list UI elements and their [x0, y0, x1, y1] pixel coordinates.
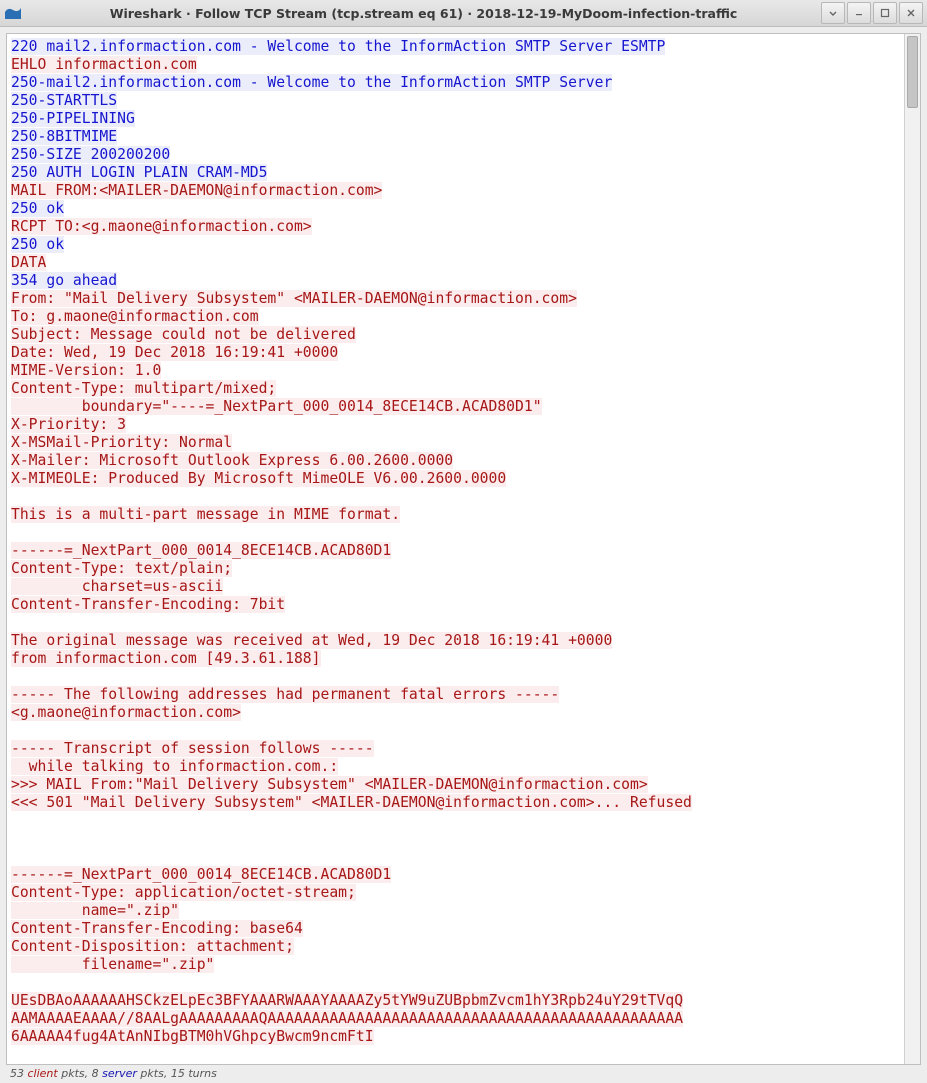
client-line[interactable]: name=".zip"	[11, 902, 179, 919]
vertical-scrollbar[interactable]	[904, 34, 920, 1064]
client-line[interactable]: X-Mailer: Microsoft Outlook Express 6.00…	[11, 452, 453, 469]
client-line[interactable]: <<< 501 "Mail Delivery Subsystem" <MAILE…	[11, 794, 692, 811]
client-line[interactable]: MAIL FROM:<MAILER-DAEMON@informaction.co…	[11, 182, 382, 199]
client-line[interactable]: ----- Transcript of session follows ----…	[11, 740, 374, 757]
client-line[interactable]: The original message was received at Wed…	[11, 632, 612, 649]
status-server-pkts: 8	[92, 1067, 99, 1080]
close-button[interactable]	[899, 2, 923, 24]
client-line[interactable]: RCPT TO:<g.maone@informaction.com>	[11, 218, 312, 235]
client-line[interactable]: Content-Transfer-Encoding: base64	[11, 920, 303, 937]
client-line[interactable]: This is a multi-part message in MIME for…	[11, 506, 400, 523]
scroll-thumb[interactable]	[907, 36, 918, 108]
client-line[interactable]: DATA	[11, 254, 46, 271]
client-line[interactable]: >>> MAIL From:"Mail Delivery Subsystem" …	[11, 776, 648, 793]
client-line[interactable]: <g.maone@informaction.com>	[11, 704, 241, 721]
client-line[interactable]: X-Priority: 3	[11, 416, 126, 433]
window-title: Wireshark · Follow TCP Stream (tcp.strea…	[28, 6, 819, 21]
server-line[interactable]: 250-SIZE 200200200	[11, 146, 170, 163]
status-server-label: server	[102, 1067, 137, 1080]
client-line[interactable]: Content-Disposition: attachment;	[11, 938, 294, 955]
status-bar: 53 client pkts, 8 server pkts, 15 turns	[6, 1065, 921, 1083]
app-window: Wireshark · Follow TCP Stream (tcp.strea…	[0, 0, 927, 1083]
client-line[interactable]: EHLO informaction.com	[11, 56, 197, 73]
server-line[interactable]: 250-8BITMIME	[11, 128, 117, 145]
minimize-button[interactable]	[821, 2, 845, 24]
client-line[interactable]: AAMAAAAEAAAA//8AALgAAAAAAAAAQAAAAAAAAAAA…	[11, 1010, 683, 1027]
client-line[interactable]: while talking to informaction.com.:	[11, 758, 338, 775]
client-area: 220 mail2.informaction.com - Welcome to …	[0, 27, 927, 1083]
client-line[interactable]: Subject: Message could not be delivered	[11, 326, 356, 343]
client-line[interactable]: Content-Type: multipart/mixed;	[11, 380, 276, 397]
server-line[interactable]: 250-PIPELINING	[11, 110, 135, 127]
maximize-button[interactable]	[873, 2, 897, 24]
status-client-pkts: 53	[10, 1067, 24, 1080]
client-line[interactable]: From: "Mail Delivery Subsystem" <MAILER-…	[11, 290, 577, 307]
server-line[interactable]: 250 AUTH LOGIN PLAIN CRAM-MD5	[11, 164, 267, 181]
client-line[interactable]: Content-Transfer-Encoding: 7bit	[11, 596, 285, 613]
client-line[interactable]: Date: Wed, 19 Dec 2018 16:19:41 +0000	[11, 344, 338, 361]
server-line[interactable]: 250 ok	[11, 200, 64, 217]
client-line[interactable]: from informaction.com [49.3.61.188]	[11, 650, 321, 667]
client-line[interactable]: ------=_NextPart_000_0014_8ECE14CB.ACAD8…	[11, 542, 391, 559]
client-line[interactable]: MIME-Version: 1.0	[11, 362, 161, 379]
client-line[interactable]: 6AAAAA4fug4AtAnNIbgBTM0hVGhpcyBwcm9ncmFt…	[11, 1028, 374, 1045]
client-line[interactable]: X-MIMEOLE: Produced By Microsoft MimeOLE…	[11, 470, 506, 487]
server-line[interactable]: 220 mail2.informaction.com - Welcome to …	[11, 38, 665, 55]
status-turns: 15 turns	[171, 1067, 217, 1080]
server-line[interactable]: 250-STARTTLS	[11, 92, 117, 109]
status-client-label: client	[28, 1067, 58, 1080]
server-line[interactable]: 250 ok	[11, 236, 64, 253]
server-line[interactable]: 354 go ahead	[11, 272, 117, 289]
client-line[interactable]: ------=_NextPart_000_0014_8ECE14CB.ACAD8…	[11, 866, 391, 883]
client-line[interactable]: charset=us-ascii	[11, 578, 223, 595]
client-line[interactable]: filename=".zip"	[11, 956, 214, 973]
client-line[interactable]: To: g.maone@informaction.com	[11, 308, 259, 325]
wireshark-icon	[4, 4, 22, 22]
server-line[interactable]: 250-mail2.informaction.com - Welcome to …	[11, 74, 612, 91]
client-line[interactable]: Content-Type: application/octet-stream;	[11, 884, 356, 901]
window-controls	[819, 2, 923, 24]
client-line[interactable]: boundary="----=_NextPart_000_0014_8ECE14…	[11, 398, 542, 415]
stream-content[interactable]: 220 mail2.informaction.com - Welcome to …	[7, 34, 904, 1064]
stream-text-box: 220 mail2.informaction.com - Welcome to …	[6, 33, 921, 1065]
client-line[interactable]: UEsDBAoAAAAAAHSCkzELpEc3BFYAAARWAAAYAAAA…	[11, 992, 683, 1009]
client-line[interactable]: ----- The following addresses had perman…	[11, 686, 559, 703]
restore-down-button[interactable]	[847, 2, 871, 24]
client-line[interactable]: X-MSMail-Priority: Normal	[11, 434, 232, 451]
client-line[interactable]: Content-Type: text/plain;	[11, 560, 232, 577]
titlebar[interactable]: Wireshark · Follow TCP Stream (tcp.strea…	[0, 0, 927, 27]
